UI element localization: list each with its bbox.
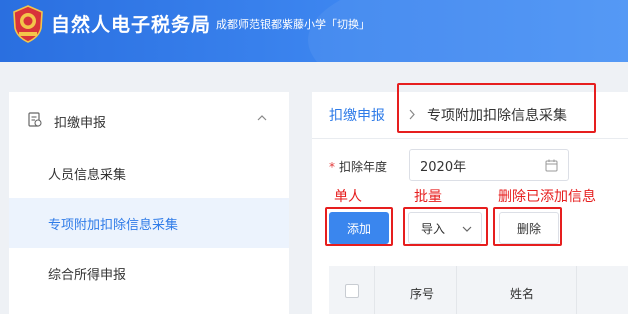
- sidebar-item-special-deduction[interactable]: 专项附加扣除信息采集: [9, 198, 289, 248]
- year-input[interactable]: [411, 151, 539, 179]
- sidebar-item-label: 综合所得申报: [48, 268, 127, 283]
- year-picker[interactable]: [409, 149, 569, 181]
- sidebar: 扣缴申报 人员信息采集 专项附加扣除信息采集 综合所得申报: [9, 92, 289, 314]
- sidebar-group-label: 扣缴申报: [54, 116, 107, 131]
- column-divider: [456, 266, 457, 314]
- required-mark: *: [329, 160, 335, 174]
- app-title: 自然人电子税务局: [51, 14, 212, 36]
- calendar-icon[interactable]: [545, 159, 558, 172]
- column-divider: [374, 266, 375, 314]
- sidebar-group-withholding[interactable]: 扣缴申报: [9, 92, 289, 146]
- annotation-box-add: [325, 207, 393, 246]
- annotation-label-batch: 批量: [414, 189, 442, 205]
- sidebar-item-personnel-info[interactable]: 人员信息采集: [9, 148, 289, 198]
- select-all-checkbox[interactable]: [345, 284, 359, 298]
- year-label: * 扣除年度: [329, 158, 387, 175]
- annotation-box-import: [403, 207, 488, 246]
- breadcrumb-root-link[interactable]: 扣缴申报: [329, 105, 385, 125]
- divider: [312, 138, 628, 139]
- tax-emblem-icon: [13, 5, 43, 43]
- sidebar-item-comprehensive-income[interactable]: 综合所得申报: [9, 248, 289, 298]
- annotation-label-delete: 删除已添加信息: [498, 189, 596, 205]
- year-label-text: 扣除年度: [339, 160, 388, 174]
- table-header: 序号 姓名: [329, 266, 628, 314]
- annotation-box-breadcrumb: [397, 83, 596, 133]
- column-header-index: 序号: [410, 287, 435, 301]
- column-divider: [576, 266, 577, 314]
- chevron-up-icon[interactable]: [256, 112, 268, 124]
- top-header: 自然人电子税务局 成都师范银都紫藤小学「切换」: [0, 0, 628, 62]
- column-header-name: 姓名: [510, 287, 535, 301]
- annotation-box-delete: [493, 207, 562, 246]
- organization-switch[interactable]: 成都师范银都紫藤小学「切换」: [216, 16, 370, 32]
- annotation-label-single: 单人: [334, 189, 362, 205]
- sidebar-item-label: 人员信息采集: [48, 168, 127, 183]
- document-icon: [28, 112, 42, 127]
- sidebar-item-label: 专项附加扣除信息采集: [48, 218, 179, 233]
